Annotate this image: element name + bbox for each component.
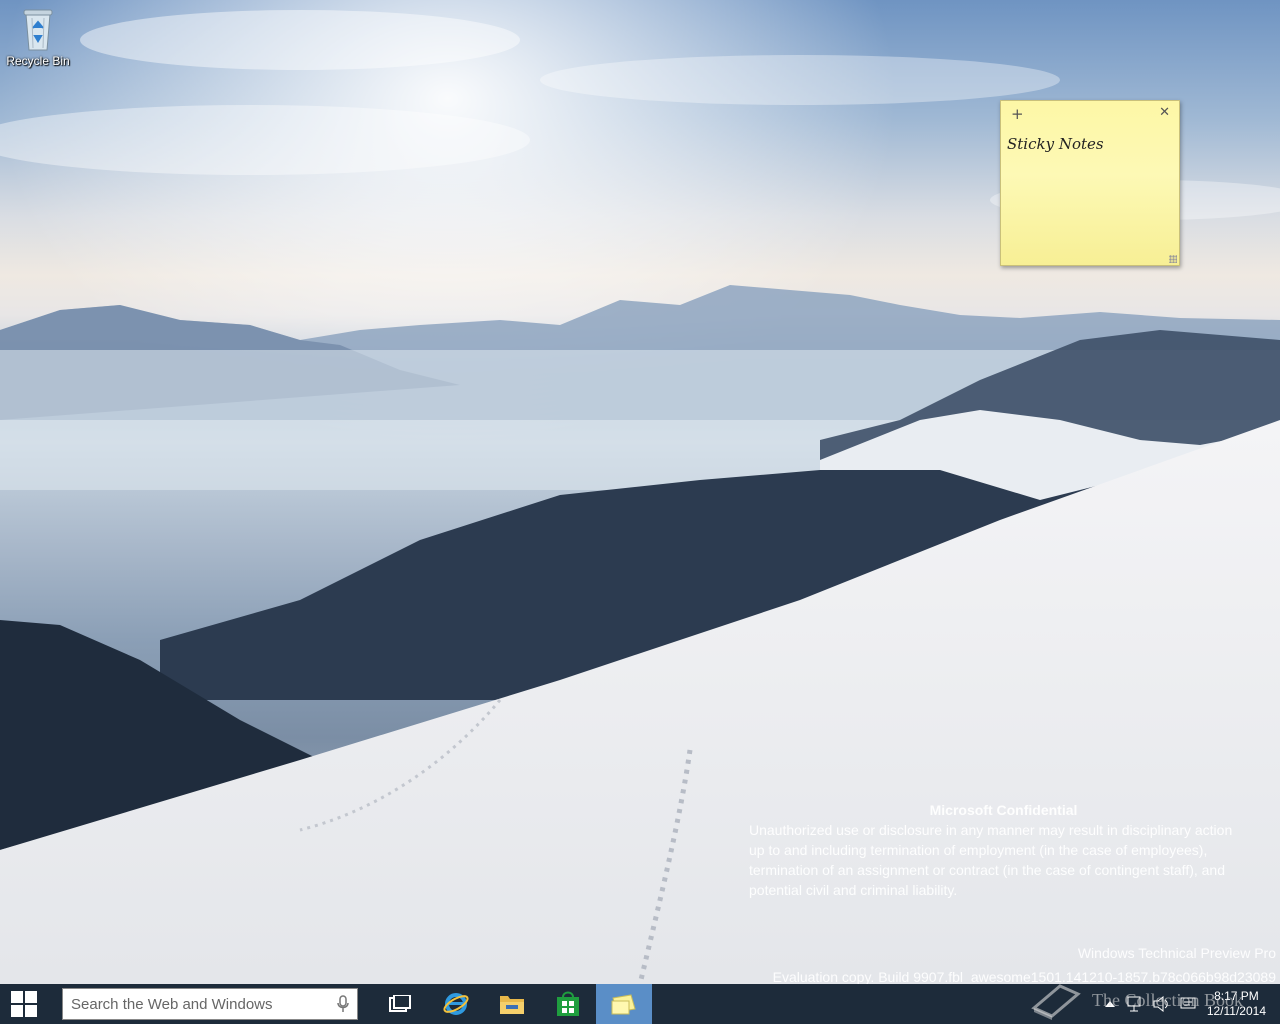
add-note-button[interactable]: + — [1011, 105, 1024, 123]
brand-text: The Collection Book — [1092, 989, 1243, 1010]
recycle-bin-icon — [20, 6, 56, 52]
windows-logo-icon — [11, 991, 37, 1017]
store-icon — [557, 991, 579, 1016]
confidential-watermark: Microsoft Confidential Unauthorized use … — [749, 800, 1269, 900]
resize-grip-icon[interactable] — [1169, 255, 1177, 263]
folder-icon — [500, 996, 524, 1014]
task-view-button[interactable] — [372, 984, 428, 1024]
search-placeholder: Search the Web and Windows — [71, 995, 273, 1013]
watermark-line: up to and including termination of emplo… — [749, 842, 1208, 858]
task-view-icon — [389, 995, 411, 1012]
sticky-notes-taskbar-button[interactable] — [596, 984, 652, 1024]
desktop-icon-recycle-bin[interactable]: Recycle Bin — [4, 6, 72, 68]
internet-explorer-button[interactable] — [428, 984, 484, 1024]
start-button[interactable] — [0, 984, 48, 1024]
watermark-line: Unauthorized use or disclosure in any ma… — [749, 822, 1233, 838]
watermark-heading: Microsoft Confidential — [929, 802, 1078, 818]
sticky-note-titlebar[interactable]: + ✕ — [1001, 101, 1179, 127]
desktop-icon-label: Recycle Bin — [6, 54, 70, 68]
file-explorer-button[interactable] — [484, 984, 540, 1024]
watermark-line: potential civil and criminal liability. — [749, 882, 958, 898]
sticky-note-window[interactable]: + ✕ Sticky Notes — [1000, 100, 1180, 266]
close-note-button[interactable]: ✕ — [1159, 105, 1170, 120]
sticky-notes-icon — [611, 994, 636, 1015]
ie-icon — [443, 993, 469, 1015]
search-box[interactable]: Search the Web and Windows — [62, 988, 358, 1020]
edition-text: Windows Technical Preview Pro — [1077, 945, 1276, 961]
sticky-note-text[interactable]: Sticky Notes — [1001, 127, 1179, 161]
brand-watermark: The Collection Book — [1030, 980, 1243, 1020]
microphone-icon[interactable] — [337, 995, 349, 1013]
watermark-line: termination of an assignment or contract… — [749, 862, 1226, 878]
store-button[interactable] — [540, 984, 596, 1024]
book-logo-icon — [1031, 984, 1081, 1020]
